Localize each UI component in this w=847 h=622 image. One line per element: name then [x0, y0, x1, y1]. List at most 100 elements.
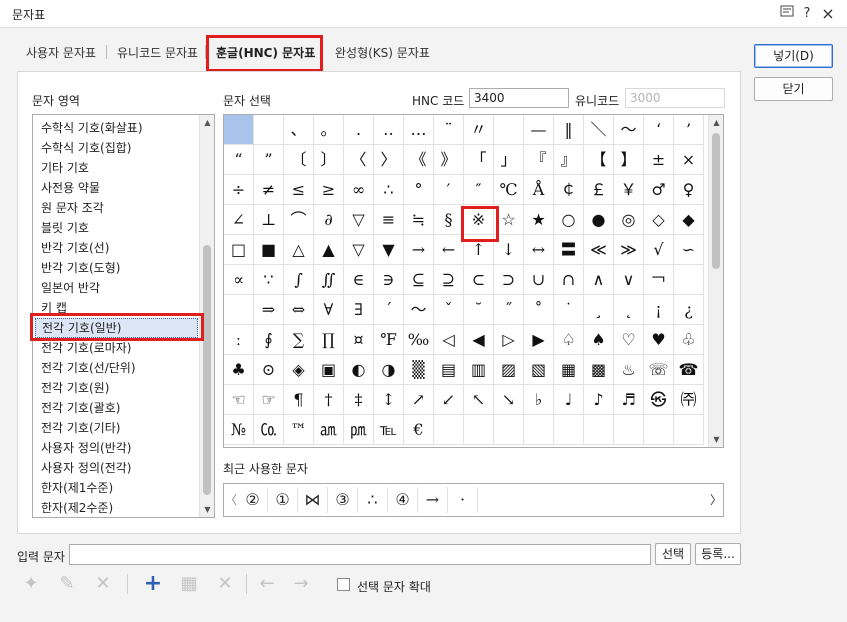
char-cell[interactable]: ♬: [614, 385, 644, 415]
char-cell[interactable]: [614, 415, 644, 445]
scroll-up-icon[interactable]: ▲: [200, 115, 215, 130]
char-cell[interactable]: ”: [254, 145, 284, 175]
char-cell[interactable]: ∩: [554, 265, 584, 295]
char-cell[interactable]: ㏘: [344, 415, 374, 445]
char-cell[interactable]: ′: [434, 175, 464, 205]
char-cell[interactable]: ¤: [344, 325, 374, 355]
char-cell[interactable]: [494, 115, 524, 145]
char-cell[interactable]: ≤: [284, 175, 314, 205]
char-cell[interactable]: [464, 415, 494, 445]
char-cell[interactable]: [644, 415, 674, 445]
window-menu-icon[interactable]: [777, 4, 797, 24]
char-cell[interactable]: ↘: [494, 385, 524, 415]
char-cell[interactable]: ♩: [554, 385, 584, 415]
tab-unicode[interactable]: 유니코드 문자표: [117, 44, 198, 61]
char-cell[interactable]: ∫: [284, 265, 314, 295]
char-cell[interactable]: ▩: [584, 355, 614, 385]
char-cell[interactable]: ▒: [404, 355, 434, 385]
area-list-item[interactable]: 전각 기호(로마자): [41, 338, 131, 358]
char-cell[interactable]: [254, 115, 284, 145]
char-cell[interactable]: “: [224, 145, 254, 175]
char-cell[interactable]: [554, 415, 584, 445]
char-cell[interactable]: ×: [674, 145, 704, 175]
char-cell[interactable]: ː: [224, 325, 254, 355]
insert-button[interactable]: 넣기(D): [754, 44, 833, 68]
char-cell[interactable]: ‘: [644, 115, 674, 145]
char-cell[interactable]: ˛: [614, 295, 644, 325]
char-cell[interactable]: □: [224, 235, 254, 265]
char-cell[interactable]: ♧: [674, 325, 704, 355]
recent-right-arrow-icon[interactable]: 〉: [709, 484, 723, 516]
char-cell[interactable]: ¶: [284, 385, 314, 415]
char-cell[interactable]: ∵: [254, 265, 284, 295]
char-cell[interactable]: ‰: [404, 325, 434, 355]
char-cell[interactable]: ″: [464, 175, 494, 205]
char-cell[interactable]: 」: [494, 145, 524, 175]
char-cell[interactable]: ℉: [374, 325, 404, 355]
char-cell[interactable]: [674, 265, 704, 295]
area-list-item[interactable]: 사용자 정의(반각): [41, 438, 131, 458]
char-cell[interactable]: ∋: [374, 265, 404, 295]
char-cell[interactable]: ‖: [554, 115, 584, 145]
area-list-item[interactable]: 사용자 정의(전각): [41, 458, 131, 478]
char-cell[interactable]: ♨: [614, 355, 644, 385]
tab-ks[interactable]: 완성형(KS) 문자표: [335, 44, 430, 61]
close-button[interactable]: 닫기: [754, 77, 833, 101]
area-list-item[interactable]: 전각 기호(선/단위): [41, 358, 136, 378]
char-cell[interactable]: ¿: [674, 295, 704, 325]
char-cell[interactable]: 「: [464, 145, 494, 175]
char-cell[interactable]: ◐: [344, 355, 374, 385]
char-cell[interactable]: ♤: [554, 325, 584, 355]
char-cell[interactable]: ☏: [644, 355, 674, 385]
char-cell[interactable]: ◁: [434, 325, 464, 355]
char-cell[interactable]: [224, 295, 254, 325]
char-cell[interactable]: ⊙: [254, 355, 284, 385]
char-cell[interactable]: —: [524, 115, 554, 145]
area-list-item[interactable]: 한자(제2수준): [41, 498, 113, 518]
char-cell[interactable]: 〃: [464, 115, 494, 145]
char-cell[interactable]: §: [434, 205, 464, 235]
char-cell[interactable]: €: [404, 415, 434, 445]
char-cell[interactable]: ∧: [584, 265, 614, 295]
recent-char[interactable]: ④: [388, 487, 418, 513]
char-cell[interactable]: ÷: [224, 175, 254, 205]
char-cell[interactable]: ≒: [404, 205, 434, 235]
char-cell[interactable]: [524, 415, 554, 445]
char-cell[interactable]: ♂: [644, 175, 674, 205]
char-cell[interactable]: 〈: [344, 145, 374, 175]
char-cell[interactable]: 《: [404, 145, 434, 175]
char-cell[interactable]: ㏇: [254, 415, 284, 445]
char-cell[interactable]: ☎: [674, 355, 704, 385]
char-cell[interactable]: [434, 415, 464, 445]
char-cell[interactable]: ♣: [224, 355, 254, 385]
char-cell[interactable]: ◆: [674, 205, 704, 235]
char-cell[interactable]: ▣: [314, 355, 344, 385]
char-cell[interactable]: ↕: [374, 385, 404, 415]
area-list-item[interactable]: 반각 기호(도형): [41, 258, 120, 278]
char-cell[interactable]: ▲: [314, 235, 344, 265]
scroll-down-icon[interactable]: ▼: [200, 502, 215, 517]
scroll-down-icon[interactable]: ▼: [709, 432, 723, 447]
char-cell[interactable]: ⇔: [284, 295, 314, 325]
area-list-item[interactable]: 전각 기호(기타): [41, 418, 120, 438]
area-list-item[interactable]: 블릿 기호: [41, 218, 89, 238]
char-cell[interactable]: 〔: [284, 145, 314, 175]
char-cell[interactable]: ∮: [254, 325, 284, 355]
char-cell[interactable]: 【: [584, 145, 614, 175]
char-cell[interactable]: ♡: [614, 325, 644, 355]
char-cell[interactable]: →: [404, 235, 434, 265]
char-cell[interactable]: ●: [584, 205, 614, 235]
char-cell[interactable]: ¨: [434, 115, 464, 145]
recent-left-arrow-icon[interactable]: 〈: [224, 484, 238, 516]
char-cell[interactable]: ∞: [344, 175, 374, 205]
char-cell[interactable]: ▽: [344, 205, 374, 235]
char-cell[interactable]: [224, 115, 254, 145]
char-cell[interactable]: ´: [374, 295, 404, 325]
char-cell[interactable]: ¡: [644, 295, 674, 325]
add-icon[interactable]: +: [138, 570, 168, 598]
char-cell[interactable]: ←: [434, 235, 464, 265]
char-cell[interactable]: ≫: [614, 235, 644, 265]
char-cell[interactable]: ∪: [524, 265, 554, 295]
char-cell[interactable]: .: [344, 115, 374, 145]
char-cell[interactable]: ∏: [314, 325, 344, 355]
